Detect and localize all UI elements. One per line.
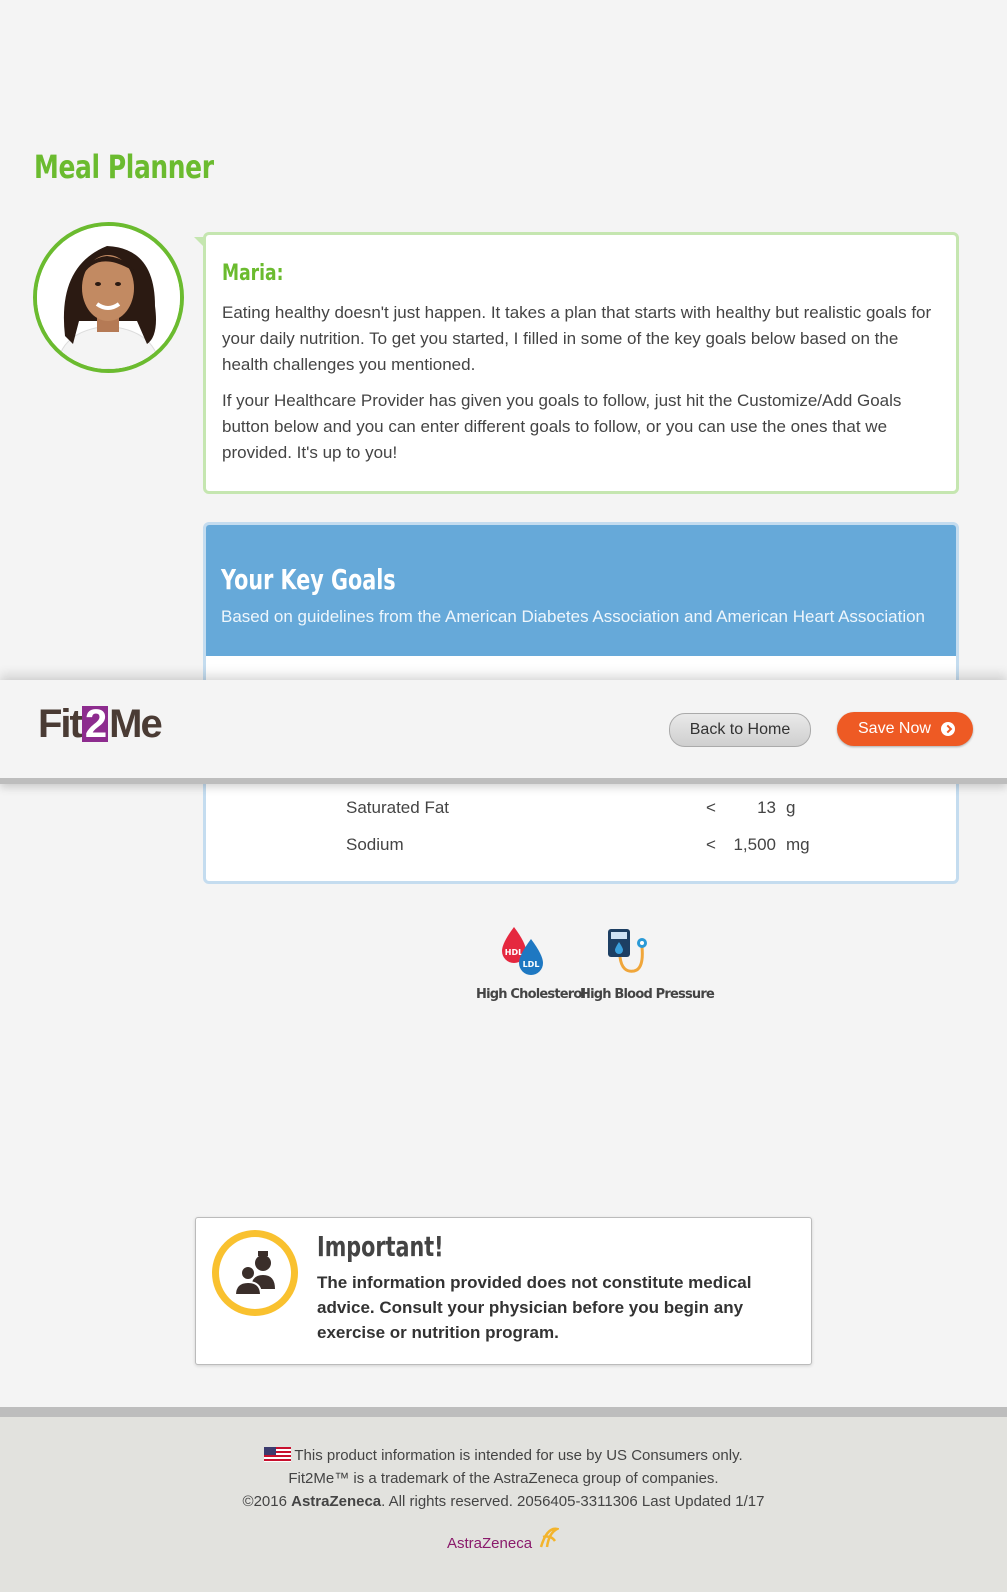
doctor-patient-icon	[212, 1230, 298, 1316]
important-title: Important!	[317, 1230, 444, 1263]
key-goals-title: Your Key Goals	[221, 563, 396, 596]
coach-avatar	[33, 222, 184, 373]
goal-unit: g	[786, 798, 796, 817]
astrazeneca-logo-text: AstraZeneca	[447, 1535, 533, 1552]
condition-label: High Blood Pressure	[580, 987, 715, 1002]
save-now-button[interactable]: Save Now	[837, 712, 973, 746]
goal-operator: <	[706, 798, 716, 817]
footer-line-1: This product information is intended for…	[294, 1447, 743, 1464]
key-goals-subtitle: Based on guidelines from the American Di…	[221, 607, 926, 626]
back-to-home-button[interactable]: Back to Home	[669, 713, 811, 747]
condition-high-cholesterol: HDL LDL High Cholesterol	[476, 925, 586, 1002]
footer-us-consumers: This product information is intended for…	[0, 1447, 1007, 1464]
coach-speech-bubble: Maria: Eating healthy doesn't just happe…	[194, 232, 959, 494]
goal-row-saturated-fat: Saturated Fat < 13 g	[206, 794, 956, 824]
coach-message-2: If your Healthcare Provider has given yo…	[222, 391, 902, 462]
svg-text:LDL: LDL	[523, 960, 540, 969]
footer: This product information is intended for…	[0, 1407, 1007, 1592]
us-flag-icon	[264, 1447, 292, 1462]
goal-name: Sodium	[346, 835, 404, 854]
logo-text-fit: Fit	[38, 702, 83, 746]
condition-label: High Cholesterol	[476, 987, 586, 1002]
coach-photo	[37, 226, 180, 369]
bubble-tail	[194, 237, 206, 249]
astrazeneca-symbol-icon	[539, 1527, 559, 1548]
goal-name: Saturated Fat	[346, 798, 450, 817]
copyright-suffix: . All rights reserved. 2056405-3311306 L…	[381, 1493, 765, 1510]
copyright-brand: AstraZeneca	[291, 1493, 382, 1510]
cholesterol-icon: HDL LDL	[502, 927, 543, 975]
logo-text-me: Me	[109, 702, 163, 746]
important-text: The information provided does not consti…	[317, 1273, 752, 1342]
goal-operator: <	[706, 835, 716, 854]
goal-value: 13	[757, 798, 776, 817]
chevron-right-circle-icon	[941, 722, 955, 736]
footer-copyright: ©2016 AstraZeneca. All rights reserved. …	[0, 1493, 1007, 1510]
footer-line-2: Fit2Me™ is a trademark of the AstraZenec…	[288, 1470, 719, 1487]
blood-pressure-icon	[608, 929, 647, 973]
key-goals-header: Your Key Goals Based on guidelines from …	[206, 525, 956, 656]
svg-text:HDL: HDL	[505, 948, 523, 957]
goal-value: 1,500	[733, 835, 776, 854]
save-now-label: Save Now	[858, 720, 931, 737]
coach-message-1: Eating healthy doesn't just happen. It t…	[222, 303, 932, 374]
page-title: Meal Planner	[34, 148, 214, 186]
astrazeneca-logo[interactable]: AstraZeneca	[447, 1527, 559, 1552]
logo-text-2: 2	[81, 704, 109, 744]
sticky-toolbar: Fit 2 Me Back to Home Save Now	[0, 680, 1007, 784]
copyright-prefix: ©2016	[242, 1493, 292, 1510]
fit2me-logo[interactable]: Fit 2 Me	[38, 702, 163, 747]
condition-high-blood-pressure: High Blood Pressure	[580, 925, 715, 1002]
goal-unit: mg	[786, 835, 810, 854]
coach-name: Maria:	[222, 261, 284, 286]
important-notice: Important! The information provided does…	[195, 1217, 812, 1365]
goal-row-sodium: Sodium < 1,500 mg	[206, 831, 956, 861]
